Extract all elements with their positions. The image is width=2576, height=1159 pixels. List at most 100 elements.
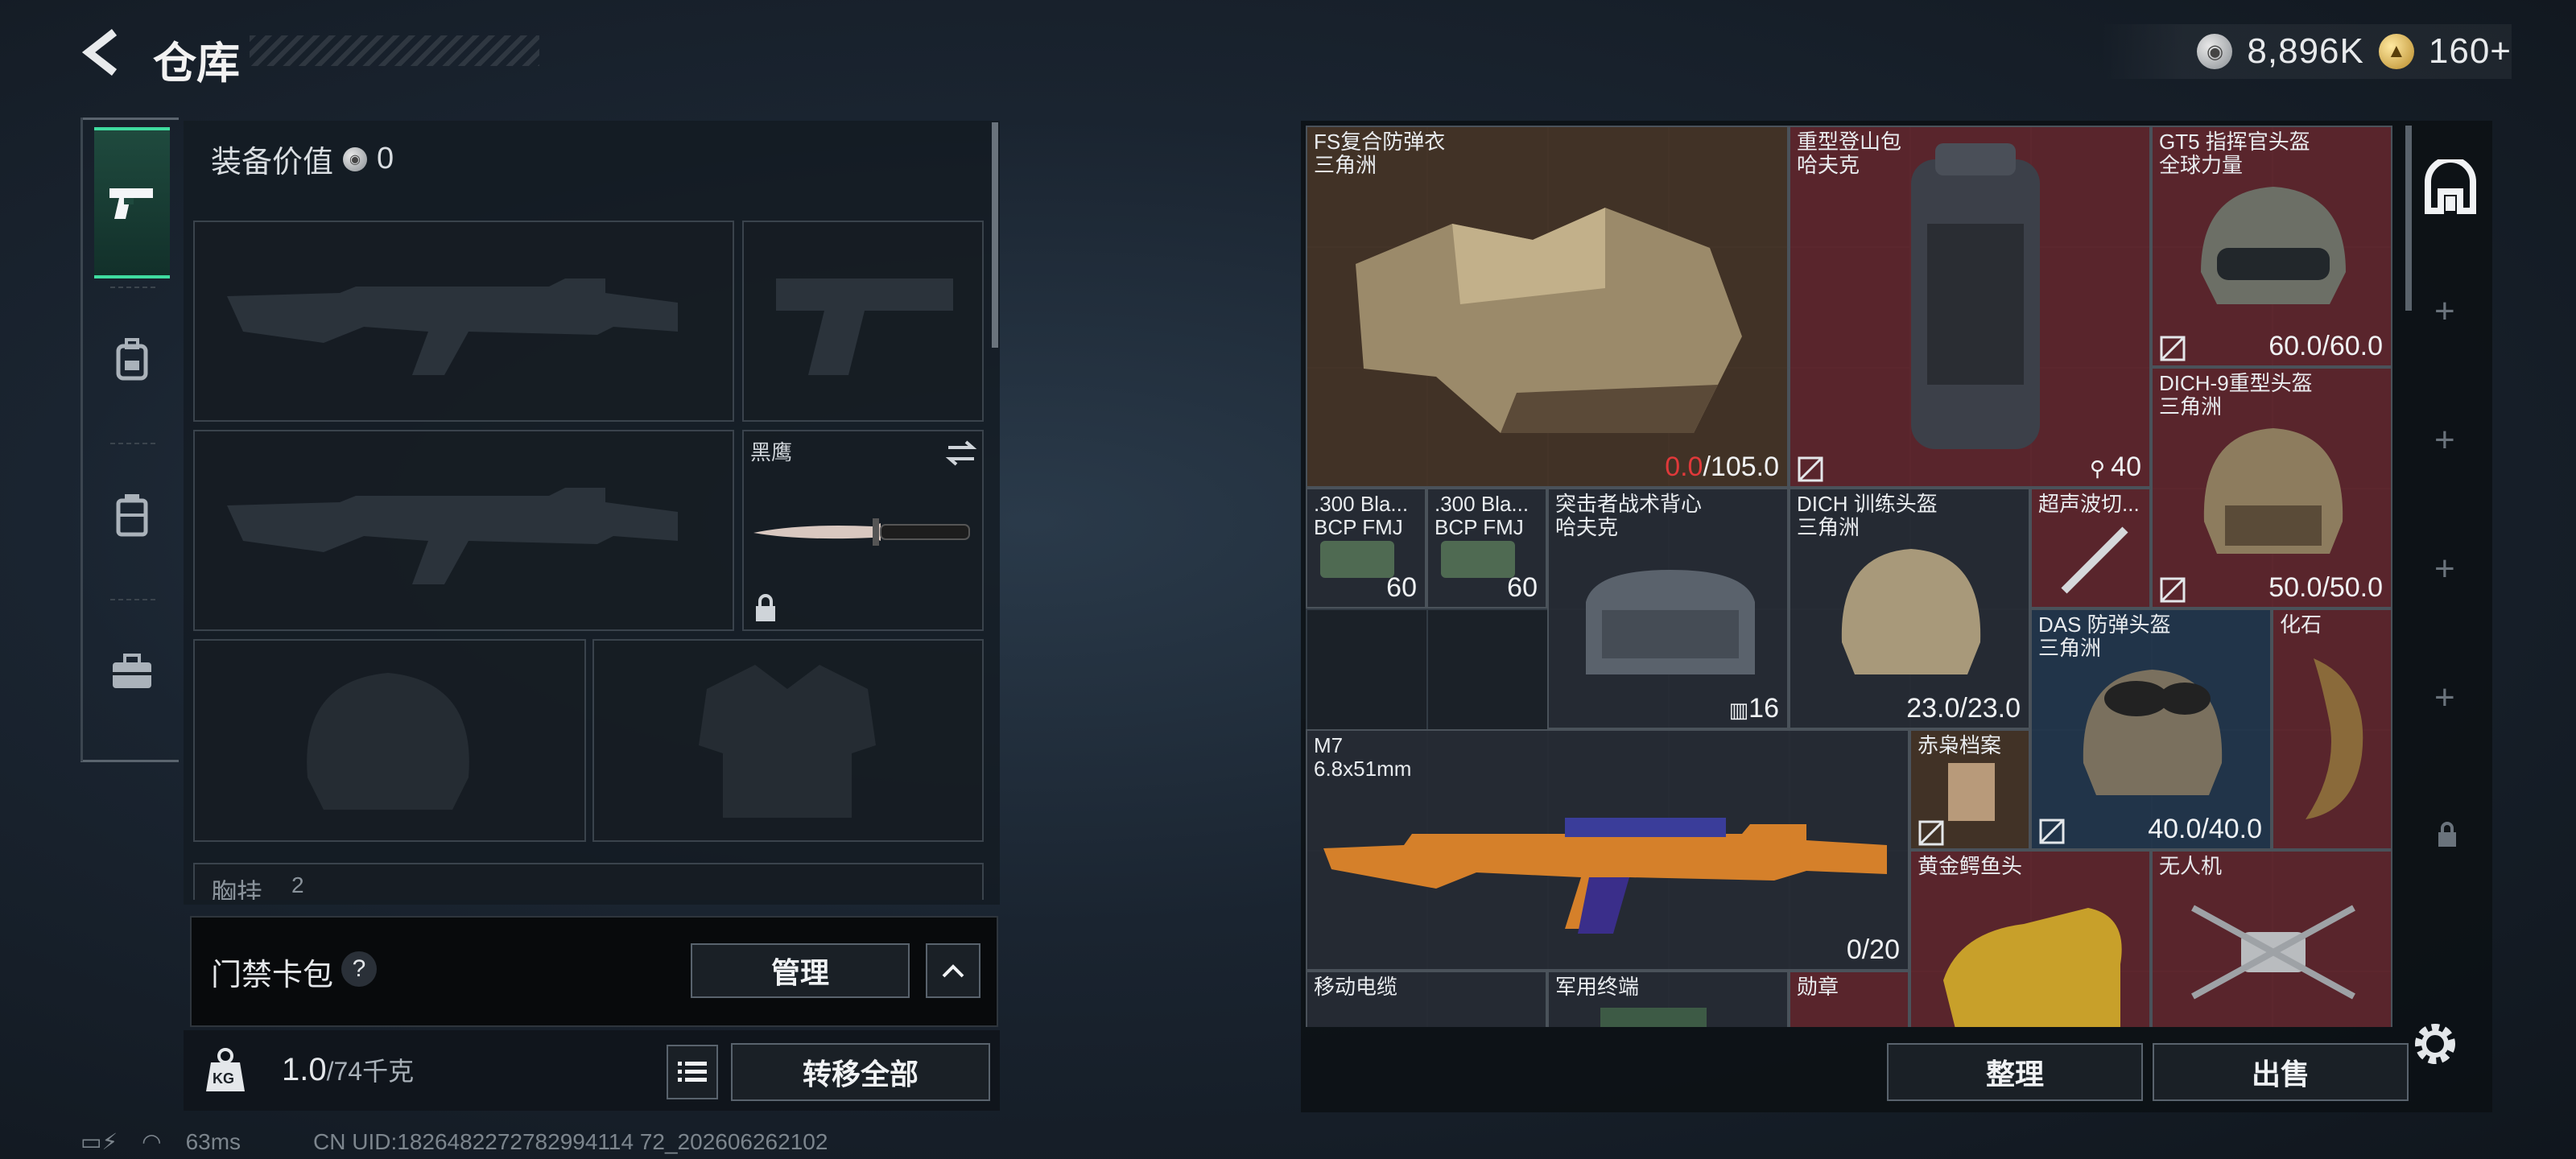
item-assault-vest[interactable]: 突击者战术背心 哈夫克 ▥16 [1547, 488, 1789, 729]
item-dich9-helmet[interactable]: DICH-9重型头盔 三角洲 50.0/50.0 [2151, 367, 2392, 608]
item-gt5-helmet[interactable]: GT5 指挥官头盔 全球力量 60.0/60.0 [2151, 126, 2392, 367]
item-drone[interactable]: 无人机 [2151, 850, 2392, 1027]
secondary-weapon-slot[interactable] [742, 221, 984, 422]
organize-button[interactable]: 整理 [1887, 1043, 2143, 1101]
helmet-item-icon [1841, 549, 1981, 674]
nav-tab-backpack[interactable] [94, 287, 170, 431]
status-bar: ▭⚡ ◠ 63ms CN UID:1826482272782994114 72_… [80, 1128, 828, 1155]
item-fossil[interactable]: 化石 [2272, 608, 2392, 850]
gold-currency-value: 160+ [2428, 31, 2512, 71]
sell-button[interactable]: 出售 [2153, 1043, 2409, 1101]
chest-rig-label: 胸挂 [211, 878, 263, 900]
golden-statue-icon [1943, 908, 2122, 1027]
chest-rig-slot[interactable]: 胸挂 2 [193, 863, 984, 900]
item-name: .300 Bla... [1435, 492, 1530, 516]
nav-tab-briefcase[interactable] [94, 599, 170, 744]
item-name: 移动电缆 [1314, 975, 1398, 999]
nav-tab-weapons[interactable] [94, 127, 170, 278]
item-name: 赤枭档案 [1918, 733, 2002, 757]
durability-max: /105.0 [1703, 452, 1779, 482]
currency-bar: ◉ 8,896K ▲ 160+ [2100, 24, 2512, 79]
item-m7-rifle[interactable]: M7 6.8x51mm 0/20 [1306, 729, 1909, 971]
helmet-slot[interactable] [193, 639, 586, 842]
briefcase-icon [113, 654, 151, 688]
add-page-icon[interactable]: + [2434, 678, 2455, 718]
item-sub: 三角洲 [1797, 515, 1860, 539]
uid-text: CN UID:1826482272782994114 72_2026062621… [313, 1128, 828, 1154]
equip-value: 0 [377, 142, 394, 175]
item-ammo-300blk-2[interactable]: .300 Bla... BCP FMJ 60 [1426, 488, 1547, 608]
armor-slot[interactable] [592, 639, 984, 842]
no-trade-icon [1798, 456, 1823, 482]
chest-rig-icon [116, 494, 148, 537]
swap-icon[interactable] [945, 439, 977, 467]
keycard-pack-label: 门禁卡包 [211, 959, 334, 992]
vest-item-icon [1586, 570, 1755, 674]
helmet-item-icon [2201, 187, 2346, 304]
backpack-icon [116, 338, 148, 381]
helmet-item-icon [2083, 670, 2223, 795]
item-das-helmet[interactable]: DAS 防弹头盔 三角洲 40.0/40.0 [2030, 608, 2272, 850]
list-view-button[interactable] [667, 1045, 718, 1099]
durability-value: 23.0/23.0 [1906, 693, 2021, 724]
title-decoration [250, 35, 539, 66]
durability-value: 60.0/60.0 [2268, 331, 2383, 361]
transfer-all-button[interactable]: 转移全部 [731, 1043, 990, 1101]
wifi-icon: ◠ [142, 1129, 162, 1154]
item-name: 黄金鳄鱼头 [1918, 854, 2023, 878]
item-fs-armor[interactable]: FS复合防弹衣 三角洲 0.0/105.0 [1306, 126, 1789, 488]
ammo-box-icon [1441, 541, 1515, 578]
item-medal[interactable]: 勋章 [1789, 971, 1909, 1027]
item-name: M7 [1314, 733, 1344, 757]
item-dich-training-helmet[interactable]: DICH 训练头盔 三角洲 23.0/23.0 [1789, 488, 2030, 729]
durability-value: 40.0/40.0 [2148, 814, 2262, 844]
item-golden-croc-head[interactable]: 黄金鳄鱼头 [1909, 850, 2151, 1027]
no-trade-icon [2039, 819, 2065, 844]
scalpel-icon [2061, 526, 2128, 594]
magazine-count: 0/20 [1846, 934, 1900, 965]
item-sub: 三角洲 [2159, 394, 2223, 419]
settings-button[interactable] [2407, 1016, 2463, 1072]
item-heavy-backpack[interactable]: 重型登山包 哈夫克 ⚲ 40 [1789, 126, 2151, 488]
rifle-silhouette-icon [227, 488, 678, 584]
back-button[interactable] [79, 27, 124, 77]
add-page-icon[interactable]: + [2434, 291, 2455, 332]
drone-icon [2191, 905, 2355, 1000]
item-ultrasonic-cutter[interactable]: 超声波切... [2030, 488, 2151, 608]
item-name: GT5 指挥官头盔 [2159, 130, 2310, 154]
add-page-icon[interactable]: + [2434, 420, 2455, 460]
item-name: 化石 [2280, 612, 2322, 637]
help-icon[interactable]: ? [341, 951, 377, 987]
secondary-rifle-slot[interactable] [193, 430, 734, 631]
chest-rig-count: 2 [291, 872, 304, 897]
item-military-terminal[interactable]: 军用终端 [1547, 971, 1789, 1027]
silver-coin-icon: ◉ [2197, 34, 2233, 69]
item-red-owl-archive[interactable]: 赤枭档案 [1909, 729, 2030, 850]
item-sub: 三角洲 [1314, 153, 1377, 177]
item-mobile-cable[interactable]: 移动电缆 [1306, 971, 1547, 1027]
weight-icon-label: KG [213, 1070, 234, 1087]
capacity-value: 40 [2111, 452, 2141, 482]
slots-icon: ▥ [1728, 698, 1749, 722]
loadout-scrollbar[interactable] [992, 122, 998, 348]
document-icon [1948, 763, 1995, 821]
terminal-icon [1600, 1008, 1707, 1027]
item-name: 军用终端 [1555, 975, 1640, 999]
nav-tab-chest-rig[interactable] [94, 443, 170, 588]
equip-value-row: 装备价值 ◉ 0 [211, 137, 394, 181]
knife-icon [753, 518, 970, 546]
add-page-icon[interactable]: + [2434, 549, 2455, 589]
page-title: 仓库 [153, 39, 240, 88]
primary-weapon-slot[interactable] [193, 221, 734, 422]
rifle-item-icon [1323, 818, 1887, 934]
item-name: 勋章 [1797, 975, 1839, 999]
stash-home-icon[interactable] [2421, 159, 2479, 217]
item-sub: 三角洲 [2038, 636, 2102, 660]
item-ammo-300blk-1[interactable]: .300 Bla... BCP FMJ 60 [1306, 488, 1426, 608]
armor-silhouette-icon [699, 665, 876, 818]
item-name: .300 Bla... [1314, 492, 1409, 516]
item-name: FS复合防弹衣 [1314, 130, 1446, 154]
manage-button[interactable]: 管理 [691, 943, 910, 998]
collapse-button[interactable] [926, 943, 980, 998]
melee-slot[interactable]: 黑鹰 [742, 430, 984, 631]
